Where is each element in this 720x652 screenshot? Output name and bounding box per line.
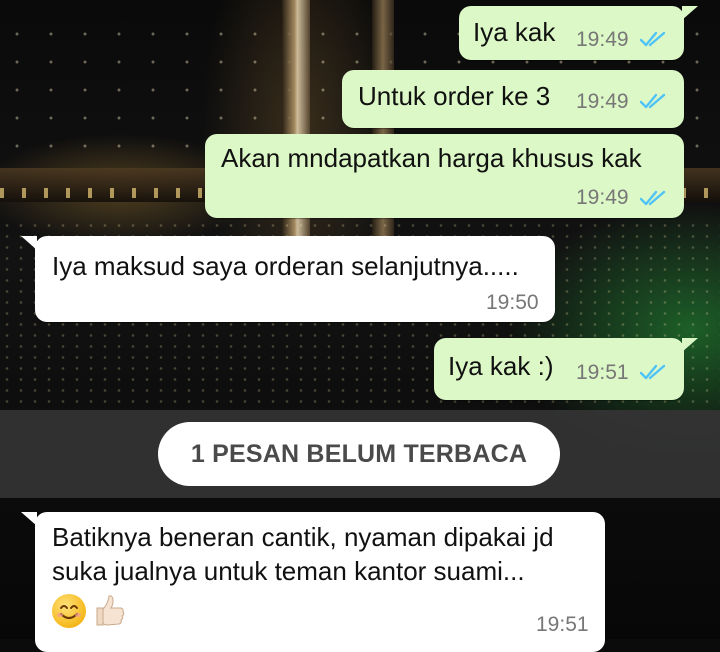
message-text-line: Batiknya beneran cantik, nyaman dipakai … — [52, 522, 554, 552]
bubble-tail — [682, 338, 698, 352]
bubble-tail — [682, 6, 698, 20]
double-check-icon — [639, 93, 666, 109]
bubble-tail — [21, 236, 37, 250]
message-time: 19:49 — [576, 186, 629, 209]
unread-divider: 1 PESAN BELUM TERBACA — [0, 410, 720, 498]
outgoing-message[interactable]: Iya kak 19:49 — [459, 6, 698, 60]
message-time: 19:49 — [576, 90, 629, 113]
outgoing-message[interactable]: Akan mndapatkan harga khusus kak 19:49 — [205, 134, 684, 218]
message-time: 19:51 — [576, 361, 629, 384]
incoming-message[interactable]: Batiknya beneran cantik, nyaman dipakai … — [21, 512, 605, 652]
double-check-icon — [639, 31, 666, 47]
bubble-tail — [21, 512, 37, 526]
outgoing-message[interactable]: Iya kak :) 19:51 — [434, 338, 698, 400]
outgoing-message[interactable]: Untuk order ke 3 19:49 — [342, 70, 684, 128]
double-check-icon — [639, 190, 666, 206]
unread-count-label: 1 PESAN BELUM TERBACA — [158, 422, 560, 486]
thumbs-up-icon — [96, 595, 125, 626]
message-text-line: suka jualnya untuk teman kantor suami... — [52, 556, 525, 586]
message-text: Iya kak — [473, 17, 556, 47]
message-time: 19:49 — [576, 28, 629, 51]
smiling-face-icon — [52, 594, 86, 628]
message-text: Akan mndapatkan harga khusus kak — [221, 143, 642, 173]
message-text: Iya maksud saya orderan selanjutnya..... — [52, 251, 519, 281]
message-text: Iya kak :) — [448, 351, 554, 381]
message-time: 19:51 — [536, 613, 589, 636]
incoming-message[interactable]: Iya maksud saya orderan selanjutnya.....… — [21, 236, 555, 322]
double-check-icon — [639, 364, 666, 380]
message-text: Untuk order ke 3 — [358, 81, 551, 111]
message-time: 19:50 — [486, 291, 539, 314]
